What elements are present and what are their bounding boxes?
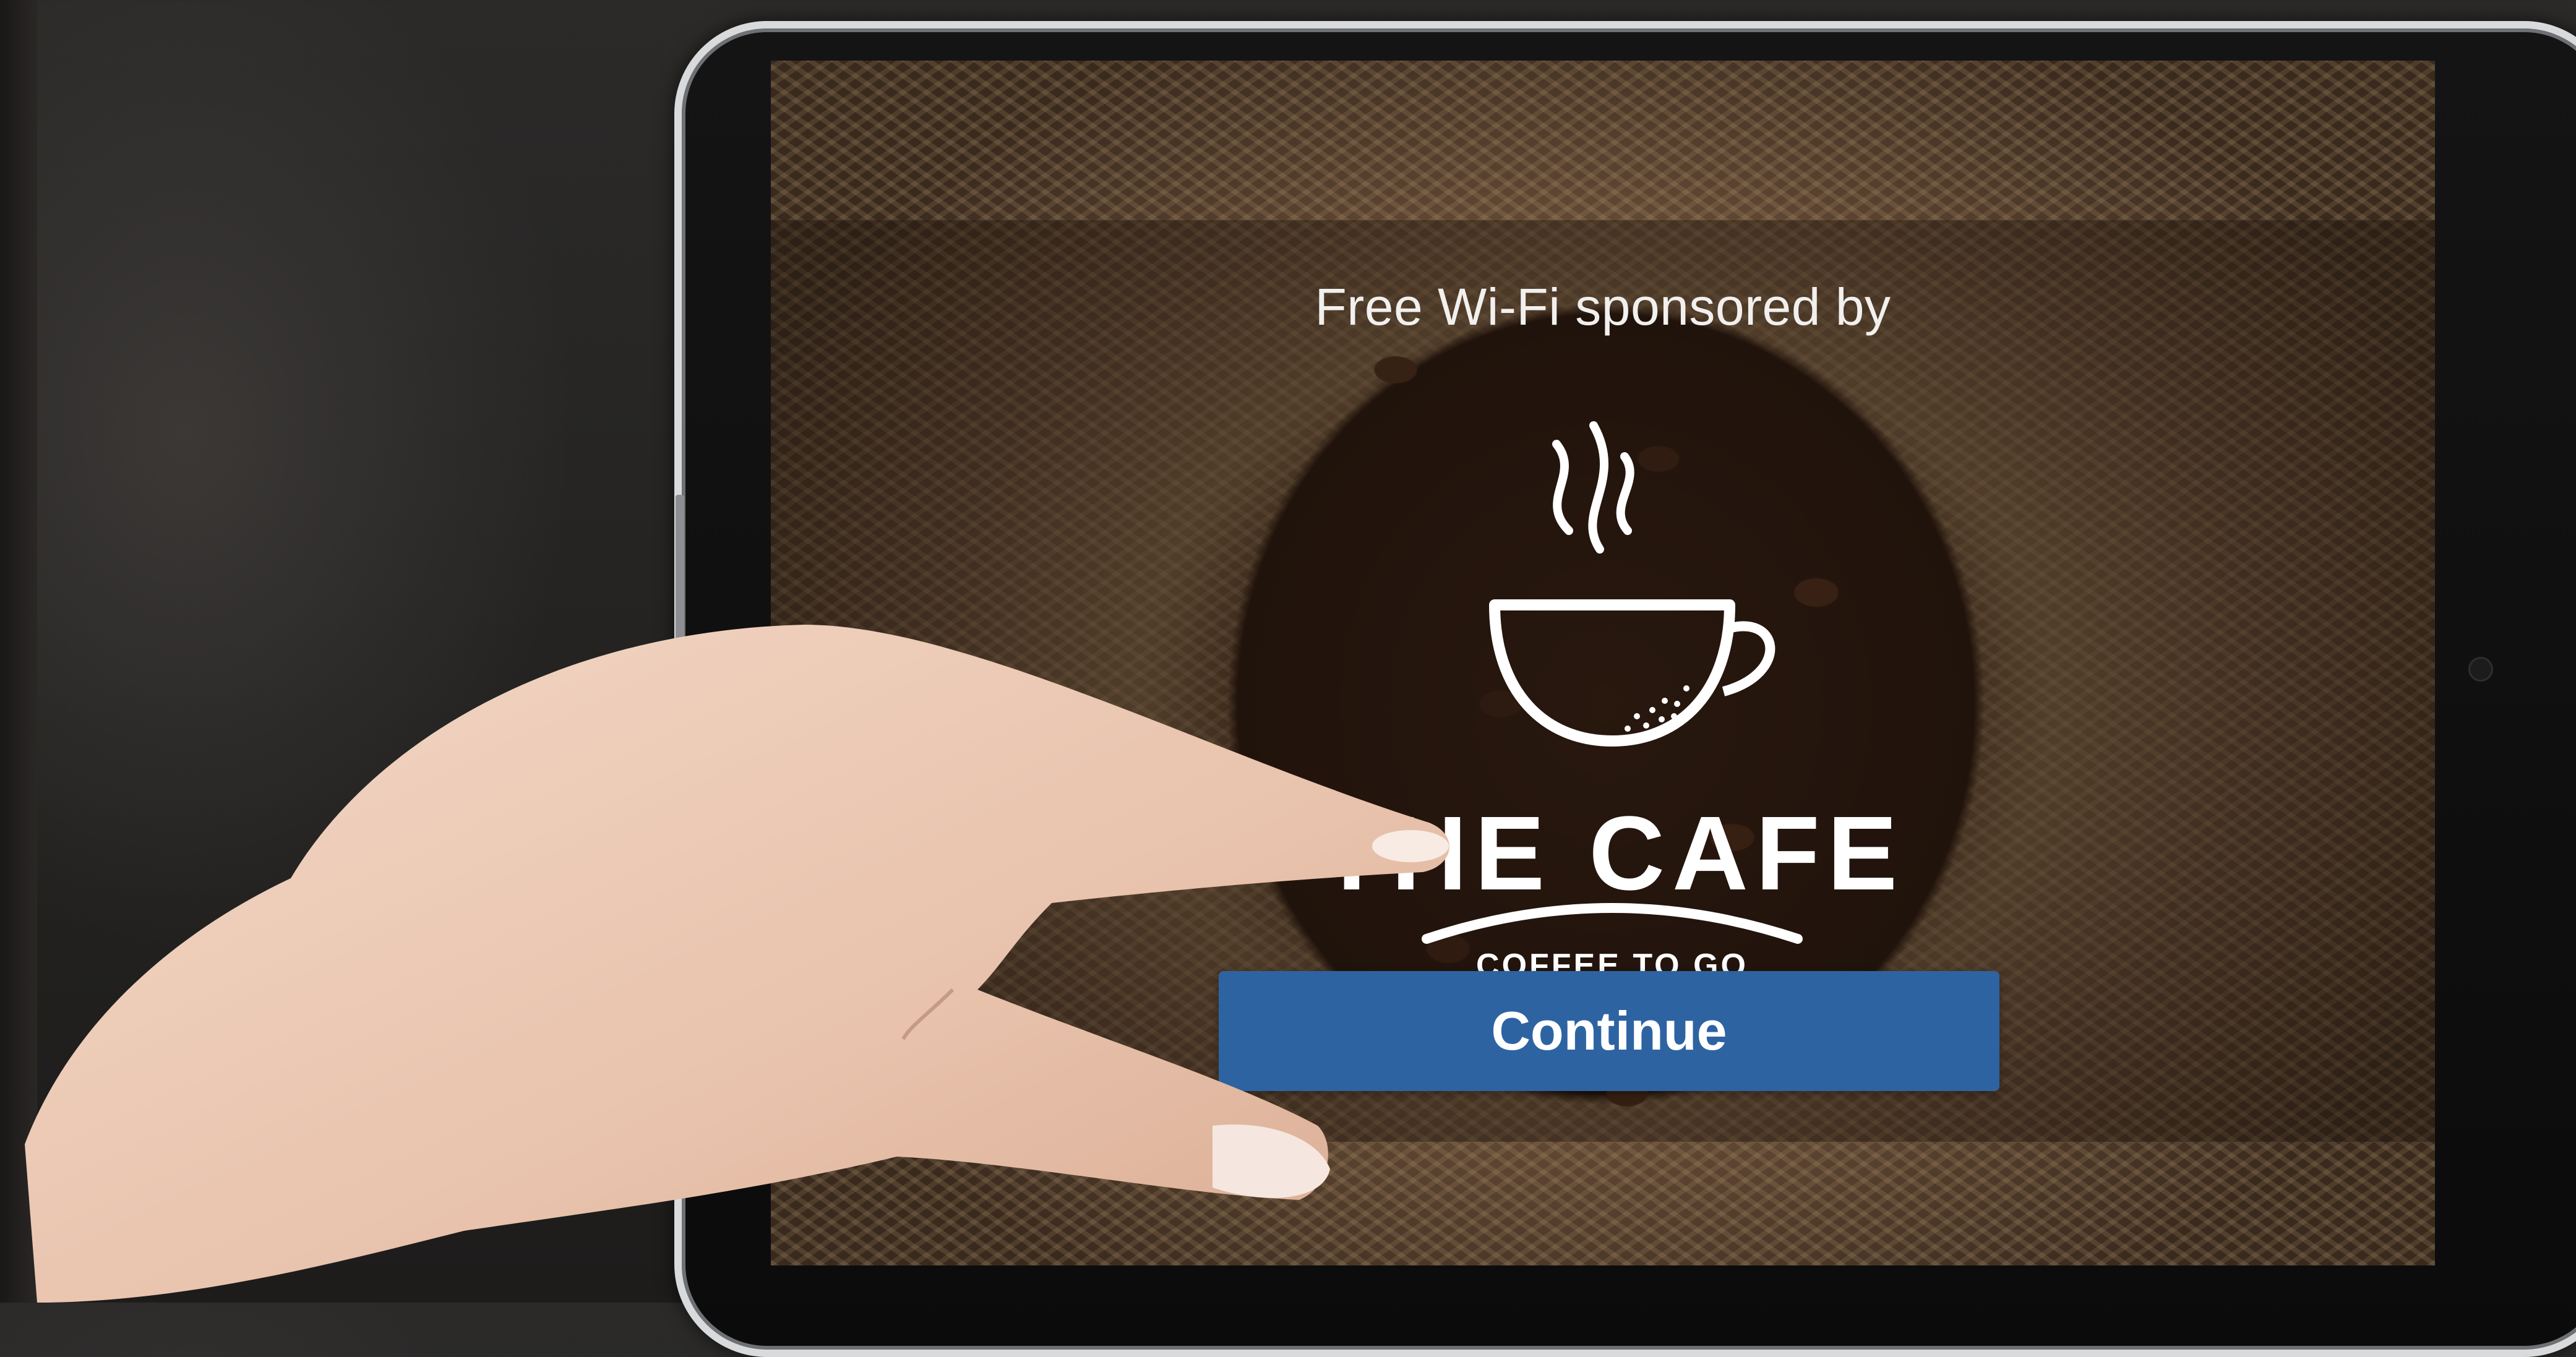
coffee-cup-icon: THE CAFE COFFEE TO GO — [1320, 421, 1897, 983]
brand-name: THE CAFE — [1320, 795, 1905, 912]
background — [0, 0, 37, 1303]
captive-portal-screen: Free Wi-Fi sponsored by THE CAFE COFFEE … — [771, 61, 2435, 1265]
continue-button[interactable]: Continue — [1219, 971, 1999, 1091]
tablet-camera — [2468, 657, 2493, 682]
sponsor-text: Free Wi-Fi sponsored by — [1315, 278, 1891, 336]
tablet-side-button — [676, 495, 684, 643]
cafe-logo: THE CAFE COFFEE TO GO — [1320, 407, 1897, 988]
steam-icon — [1552, 421, 1634, 554]
